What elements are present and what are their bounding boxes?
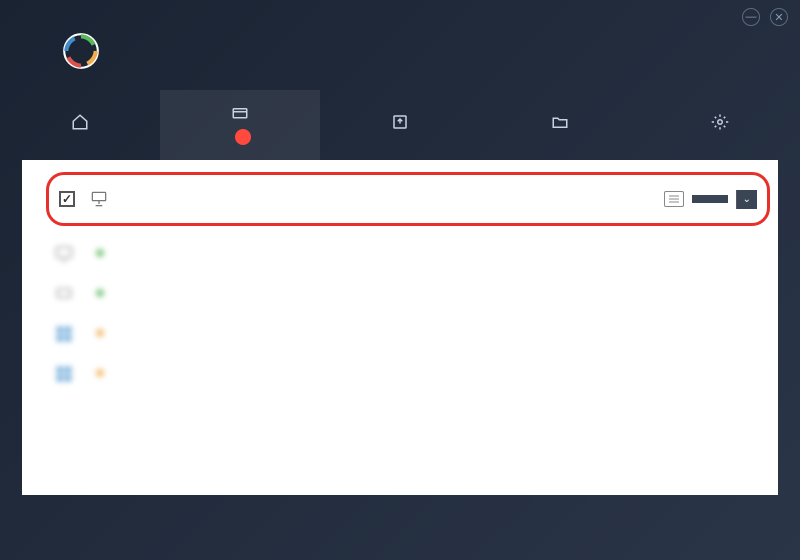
driver-actions: ⌄ <box>664 190 757 209</box>
updates-count-badge <box>235 129 251 145</box>
close-button[interactable]: ✕ <box>770 8 788 26</box>
driver-row[interactable] <box>46 354 770 394</box>
driver-info <box>88 249 762 259</box>
gear-icon <box>710 113 730 131</box>
home-icon <box>70 113 90 131</box>
status-dot-icon <box>96 289 104 297</box>
driver-row[interactable] <box>46 274 770 314</box>
backup-icon <box>390 113 410 131</box>
content-panel: ⌄ <box>22 160 778 495</box>
minimize-button[interactable]: — <box>742 8 760 26</box>
driver-info <box>88 289 762 299</box>
audio-icon <box>54 284 74 304</box>
nav-restore[interactable] <box>480 90 640 160</box>
driver-row-highlighted[interactable]: ⌄ <box>46 172 770 226</box>
driver-info <box>88 369 762 379</box>
main-nav <box>0 90 800 160</box>
driver-checkbox[interactable] <box>59 191 75 207</box>
driver-info <box>88 329 748 339</box>
driver-row[interactable] <box>46 314 770 354</box>
titlebar: — ✕ <box>732 8 788 26</box>
app-logo-icon <box>60 30 102 72</box>
driver-row[interactable] <box>46 234 770 274</box>
update-button[interactable] <box>692 195 728 203</box>
nav-updates-label-wrap <box>230 129 251 145</box>
nav-driver-updates[interactable] <box>160 90 320 160</box>
network-card-icon <box>89 189 109 209</box>
nav-home[interactable] <box>0 90 160 160</box>
driver-info <box>123 198 650 200</box>
nav-settings[interactable] <box>640 90 800 160</box>
driver-list: ⌄ <box>46 172 770 437</box>
nav-backup[interactable] <box>320 90 480 160</box>
update-dropdown[interactable]: ⌄ <box>736 190 757 209</box>
windows-icon <box>54 364 74 384</box>
details-icon[interactable] <box>664 191 684 207</box>
status-dot-icon <box>96 329 104 337</box>
status-dot-icon <box>96 369 104 377</box>
updates-icon <box>230 105 250 123</box>
folder-icon <box>550 113 570 131</box>
monitor-icon <box>54 244 74 264</box>
windows-icon <box>54 324 74 344</box>
app-header <box>0 0 800 82</box>
status-dot-icon <box>96 249 104 257</box>
